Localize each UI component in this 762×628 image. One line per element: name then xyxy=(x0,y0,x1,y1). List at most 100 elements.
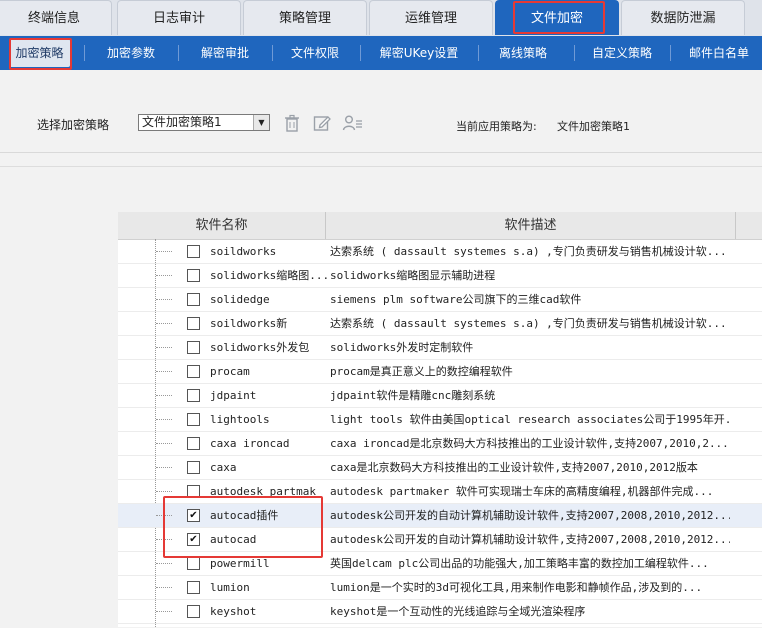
software-desc: jdpaint软件是精雕cnc雕刻系统 xyxy=(330,389,496,402)
subnav-file-permissions[interactable]: 文件权限 xyxy=(278,36,352,70)
highlight-box xyxy=(163,496,323,558)
software-name: lumion xyxy=(210,581,250,594)
top-tab-bar: 终端信息 日志审计 策略管理 运维管理 文件加密 数据防泄漏 xyxy=(0,0,762,36)
table-row[interactable]: procam procam是真正意义上的数控编程软件 xyxy=(118,360,762,384)
tree-branch xyxy=(156,323,172,324)
checkbox-icon[interactable] xyxy=(187,437,200,450)
software-name: solidedge xyxy=(210,293,270,306)
software-desc: procam是真正意义上的数控编程软件 xyxy=(330,365,513,378)
software-desc: caxa是北京数码大方科技推出的工业设计软件,支持2007,2010,2012版… xyxy=(330,461,698,474)
checkbox-icon[interactable] xyxy=(187,461,200,474)
tree-branch xyxy=(156,275,172,276)
software-desc: siemens plm software公司旗下的三维cad软件 xyxy=(330,293,582,306)
tree-branch xyxy=(156,611,172,612)
software-name: keyshot xyxy=(210,605,257,618)
table-row[interactable]: jdpaint jdpaint软件是精雕cnc雕刻系统 xyxy=(118,384,762,408)
header-software-desc[interactable]: 软件描述 xyxy=(326,212,736,239)
software-desc: caxa ironcad是北京数码大方科技推出的工业设计软件,支持2007,20… xyxy=(330,437,729,450)
software-name: solidworks外发包 xyxy=(210,341,310,354)
divider xyxy=(272,45,273,61)
tab-policy-management[interactable]: 策略管理 xyxy=(243,0,367,35)
table-row[interactable]: lumion lumion是一个实时的3d可视化工具,用来制作电影和静帧作品,涉及… xyxy=(118,576,762,600)
subnav-encryption-params[interactable]: 加密参数 xyxy=(90,36,172,70)
software-desc: autodesk公司开发的自动计算机辅助设计软件,支持2007,2008,201… xyxy=(330,509,730,522)
policy-select-value: 文件加密策略1 xyxy=(142,115,222,129)
tab-terminal-info[interactable]: 终端信息 xyxy=(0,0,112,35)
tree-branch xyxy=(156,467,172,468)
checkbox-icon[interactable] xyxy=(187,341,200,354)
tree-branch xyxy=(156,419,172,420)
checkbox-icon[interactable] xyxy=(187,389,200,402)
software-desc: 英国delcam plc公司出品的功能强大,加工策略丰富的数控加工编程软件... xyxy=(330,557,709,570)
software-name: jdpaint xyxy=(210,389,257,402)
table-row[interactable]: caxa ironcad caxa ironcad是北京数码大方科技推出的工业设计… xyxy=(118,432,762,456)
software-desc: autodesk partmaker 软件可实现瑞士车床的高精度编程,机器部件完… xyxy=(330,485,714,498)
header-software-name[interactable]: 软件名称 xyxy=(118,212,326,239)
software-desc: solidworks缩略图显示辅助进程 xyxy=(330,269,496,282)
tree-branch xyxy=(156,251,172,252)
checkbox-icon[interactable] xyxy=(187,293,200,306)
trash-icon[interactable] xyxy=(282,113,302,133)
highlight-box xyxy=(513,1,605,34)
subnav-mail-whitelist[interactable]: 邮件白名单 xyxy=(676,36,762,70)
sub-nav-bar: 加密策略 加密参数 解密审批 文件权限 解密UKey设置 离线策略 自定义策略 … xyxy=(0,36,762,70)
highlight-box xyxy=(9,38,72,70)
table-row[interactable]: soildworks 达索系统 ( dassault systemes s.a) … xyxy=(118,240,762,264)
software-name: solidworks缩略图... xyxy=(210,269,328,282)
policy-select[interactable]: 文件加密策略1 ▼ xyxy=(138,114,270,131)
tree-branch xyxy=(156,347,172,348)
current-policy-label: 当前应用策略为: xyxy=(456,120,537,133)
software-desc: lumion是一个实时的3d可视化工具,用来制作电影和静帧作品,涉及到的... xyxy=(330,581,703,594)
software-desc: solidworks外发时定制软件 xyxy=(330,341,474,354)
subnav-decrypt-approval[interactable]: 解密审批 xyxy=(184,36,266,70)
chevron-down-icon[interactable]: ▼ xyxy=(253,115,269,130)
table-row[interactable]: caxa caxa是北京数码大方科技推出的工业设计软件,支持2007,2010,2… xyxy=(118,456,762,480)
software-name: lightools xyxy=(210,413,270,426)
tab-data-leak-prevention[interactable]: 数据防泄漏 xyxy=(621,0,745,35)
checkbox-icon[interactable] xyxy=(187,413,200,426)
divider xyxy=(178,45,179,61)
software-desc: 达索系统 ( dassault systemes s.a) ,专门负责研发与销售… xyxy=(330,245,727,258)
tree-branch xyxy=(156,299,172,300)
software-desc: autodesk公司开发的自动计算机辅助设计软件,支持2007,2008,201… xyxy=(330,533,730,546)
subnav-decrypt-ukey-settings[interactable]: 解密UKey设置 xyxy=(366,36,472,70)
edit-icon[interactable] xyxy=(312,113,332,133)
table-row[interactable]: solidedge siemens plm software公司旗下的三维cad软… xyxy=(118,288,762,312)
tab-log-audit[interactable]: 日志审计 xyxy=(117,0,241,35)
software-name: caxa xyxy=(210,461,237,474)
divider xyxy=(84,45,85,61)
software-desc: keyshot是一个互动性的光线追踪与全域光渲染程序 xyxy=(330,605,586,618)
software-desc: 达索系统 ( dassault systemes s.a) ,专门负责研发与销售… xyxy=(330,317,727,330)
user-settings-icon[interactable] xyxy=(342,113,362,133)
current-policy-value: 文件加密策略1 xyxy=(557,120,630,133)
software-name: procam xyxy=(210,365,250,378)
tree-branch xyxy=(156,443,172,444)
tree-branch xyxy=(156,395,172,396)
policy-toolbar: 选择加密策略 文件加密策略1 ▼ 当前应用策略为: 文件加密策略1 xyxy=(0,70,762,153)
table-row[interactable]: soildworks新 达索系统 ( dassault systemes s.a)… xyxy=(118,312,762,336)
table-header: 软件名称 软件描述 xyxy=(118,212,762,240)
divider xyxy=(670,45,671,61)
tree-branch xyxy=(156,371,172,372)
checkbox-icon[interactable] xyxy=(187,269,200,282)
checkbox-icon[interactable] xyxy=(187,557,200,570)
checkbox-icon[interactable] xyxy=(187,365,200,378)
software-name: soildworks xyxy=(210,245,277,258)
table-row[interactable]: lightools light tools 软件由美国optical resear… xyxy=(118,408,762,432)
table-row[interactable]: keyshot keyshot是一个互动性的光线追踪与全域光渲染程序 xyxy=(118,600,762,624)
software-name: caxa ironcad xyxy=(210,437,290,450)
divider xyxy=(574,45,575,61)
subnav-offline-policy[interactable]: 离线策略 xyxy=(484,36,562,70)
software-name: soildworks新 xyxy=(210,317,288,330)
divider xyxy=(360,45,361,61)
tree-branch xyxy=(156,563,172,564)
subnav-custom-policy[interactable]: 自定义策略 xyxy=(580,36,664,70)
table-row[interactable]: solidworks外发包 solidworks外发时定制软件 xyxy=(118,336,762,360)
tab-ops-management[interactable]: 运维管理 xyxy=(369,0,493,35)
checkbox-icon[interactable] xyxy=(187,317,200,330)
tree-branch xyxy=(156,491,172,492)
checkbox-icon[interactable] xyxy=(187,605,200,618)
checkbox-icon[interactable] xyxy=(187,581,200,594)
checkbox-icon[interactable] xyxy=(187,245,200,258)
table-row[interactable]: solidworks缩略图... solidworks缩略图显示辅助进程 xyxy=(118,264,762,288)
